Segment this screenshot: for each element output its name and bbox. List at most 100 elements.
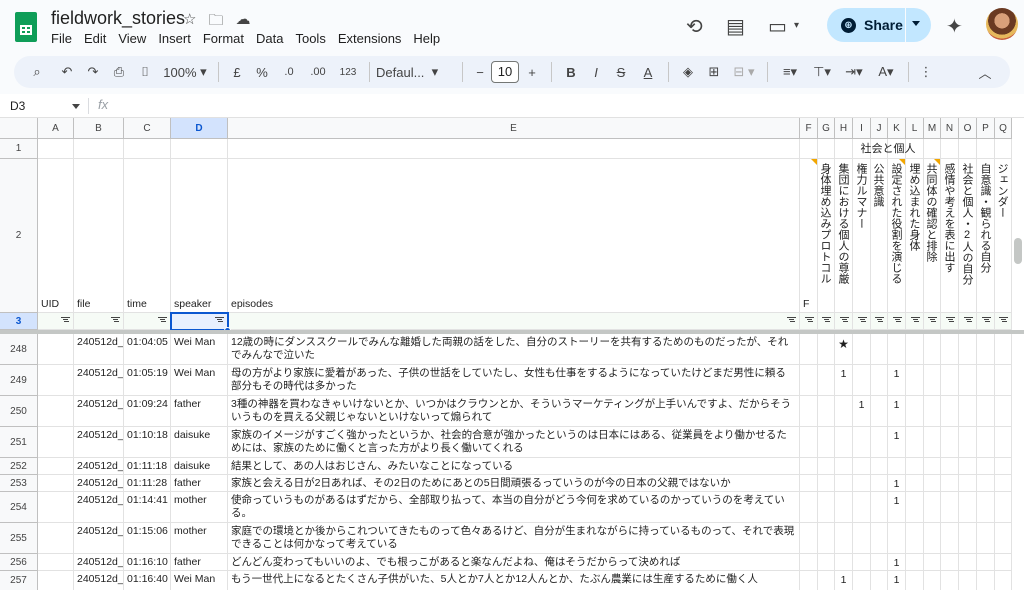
filter-cell-f[interactable]: [800, 313, 818, 330]
table-cell[interactable]: [906, 458, 924, 475]
filter-icon[interactable]: [893, 317, 902, 323]
table-cell[interactable]: [959, 571, 977, 590]
filter-cell-e[interactable]: [228, 313, 800, 330]
table-cell[interactable]: [871, 458, 888, 475]
paint-format-icon[interactable]: ⌷: [132, 60, 158, 84]
filter-cell-c[interactable]: [124, 313, 171, 330]
table-cell[interactable]: 240512d_: [74, 523, 124, 554]
table-cell[interactable]: 01:14:41: [124, 492, 171, 523]
header-cell-a[interactable]: UID: [38, 159, 74, 313]
filter-icon[interactable]: [787, 317, 796, 323]
table-cell[interactable]: [818, 334, 835, 365]
table-cell[interactable]: 家庭での環境とか後からこれついてきたものって色々あるけど、自分が生まれながらに持…: [228, 523, 800, 554]
filter-cell-a[interactable]: [38, 313, 74, 330]
table-cell[interactable]: [924, 475, 941, 492]
filter-cell-o[interactable]: [959, 313, 977, 330]
column-header-p[interactable]: P: [977, 118, 995, 139]
table-cell[interactable]: [995, 458, 1012, 475]
table-cell[interactable]: [959, 475, 977, 492]
table-cell[interactable]: [38, 571, 74, 590]
header-cell-f[interactable]: F: [800, 159, 818, 313]
table-cell[interactable]: 家族のイメージがすごく強かったというか、社会的合意が強かったというのは日本にはあ…: [228, 427, 800, 458]
currency-format-button[interactable]: £: [225, 60, 249, 84]
table-cell[interactable]: [924, 523, 941, 554]
table-cell[interactable]: [959, 334, 977, 365]
table-cell[interactable]: [835, 475, 853, 492]
table-cell[interactable]: [977, 427, 995, 458]
table-cell[interactable]: [853, 334, 871, 365]
row-header-2[interactable]: 2: [0, 159, 38, 313]
bold-button[interactable]: B: [558, 60, 584, 84]
table-cell[interactable]: 1: [835, 571, 853, 590]
table-cell[interactable]: [818, 475, 835, 492]
header-cell-c[interactable]: time: [124, 159, 171, 313]
text-color-button[interactable]: A: [634, 60, 662, 84]
table-cell[interactable]: 01:15:06: [124, 523, 171, 554]
header-cell-l[interactable]: 埋め込まれた身体: [906, 159, 924, 313]
table-cell[interactable]: 240512d_: [74, 571, 124, 590]
filter-icon[interactable]: [928, 317, 937, 323]
merge-cells-icon[interactable]: ⊟ ▾: [727, 60, 761, 84]
table-cell[interactable]: 240512d_: [74, 554, 124, 571]
header-cell-j[interactable]: 公共意識: [871, 159, 888, 313]
strikethrough-button[interactable]: S: [608, 60, 634, 84]
table-cell[interactable]: [835, 492, 853, 523]
row-header[interactable]: 253: [0, 475, 38, 492]
menu-help[interactable]: Help: [413, 31, 446, 46]
avatar[interactable]: [986, 8, 1018, 40]
column-header-e[interactable]: E: [228, 118, 800, 139]
table-cell[interactable]: [977, 571, 995, 590]
table-cell[interactable]: [995, 523, 1012, 554]
row-header[interactable]: 251: [0, 427, 38, 458]
gemini-sparkle-icon[interactable]: ✦: [946, 14, 963, 39]
table-cell[interactable]: [38, 458, 74, 475]
menu-tools[interactable]: Tools: [295, 31, 331, 46]
row-header[interactable]: 248: [0, 334, 38, 365]
table-cell[interactable]: [906, 427, 924, 458]
table-cell[interactable]: [38, 334, 74, 365]
filter-icon[interactable]: [964, 317, 973, 323]
table-cell[interactable]: [995, 475, 1012, 492]
table-cell[interactable]: [941, 458, 959, 475]
filter-cell-i[interactable]: [853, 313, 871, 330]
cell-q1[interactable]: [995, 139, 1012, 159]
table-cell[interactable]: [995, 365, 1012, 396]
decrease-decimal-button[interactable]: .0: [275, 60, 303, 84]
column-header-m[interactable]: M: [924, 118, 941, 139]
table-cell[interactable]: 1: [888, 554, 906, 571]
table-cell[interactable]: ★: [835, 334, 853, 365]
filter-cell-p[interactable]: [977, 313, 995, 330]
menu-file[interactable]: File: [51, 31, 78, 46]
table-cell[interactable]: [924, 492, 941, 523]
header-cell-d[interactable]: speaker: [171, 159, 228, 313]
table-cell[interactable]: father: [171, 396, 228, 427]
table-cell[interactable]: [995, 571, 1012, 590]
table-cell[interactable]: 12歳の時にダンススクールでみんな離婚した両親の話をした、自分のストーリーを共有…: [228, 334, 800, 365]
table-cell[interactable]: [853, 523, 871, 554]
table-cell[interactable]: 3種の神器を買わなきゃいけないとか、いつかはクラウンとか、そういうマーケティング…: [228, 396, 800, 427]
table-cell[interactable]: [995, 427, 1012, 458]
column-header-n[interactable]: N: [941, 118, 959, 139]
column-header-b[interactable]: B: [74, 118, 124, 139]
table-cell[interactable]: [941, 427, 959, 458]
percent-format-button[interactable]: %: [249, 60, 275, 84]
more-options-icon[interactable]: ⋮: [915, 60, 937, 84]
table-cell[interactable]: [871, 475, 888, 492]
table-cell[interactable]: [924, 334, 941, 365]
table-cell[interactable]: [800, 365, 818, 396]
header-cell-h[interactable]: 集団における個人の尊厳: [835, 159, 853, 313]
table-cell[interactable]: [977, 554, 995, 571]
table-cell[interactable]: もう一世代上になるとたくさん子供がいた、5人とか7人とか12人んとか、たぶん農業…: [228, 571, 800, 590]
filter-icon[interactable]: [982, 317, 991, 323]
cell-g1[interactable]: [818, 139, 835, 159]
row-header-3[interactable]: 3: [0, 313, 38, 330]
filter-icon[interactable]: [61, 317, 70, 323]
table-cell[interactable]: [853, 492, 871, 523]
font-size-input[interactable]: 10: [491, 61, 519, 83]
table-cell[interactable]: 01:11:28: [124, 475, 171, 492]
table-cell[interactable]: [995, 334, 1012, 365]
table-cell[interactable]: [871, 523, 888, 554]
table-cell[interactable]: daisuke: [171, 458, 228, 475]
table-cell[interactable]: [941, 523, 959, 554]
horizontal-align-icon[interactable]: ≡▾: [774, 60, 806, 84]
